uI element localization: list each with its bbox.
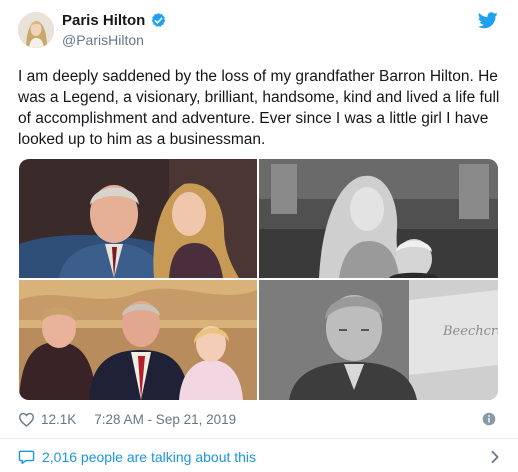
author-name-row: Paris Hilton bbox=[62, 12, 167, 29]
author-avatar[interactable] bbox=[18, 12, 54, 48]
chevron-right-icon[interactable] bbox=[490, 450, 500, 464]
tweet-meta: 12.1K 7:28 AM - Sep 21, 2019 bbox=[18, 410, 236, 428]
photo-black-and-white-portrait[interactable] bbox=[259, 159, 498, 278]
author-name[interactable]: Paris Hilton bbox=[62, 12, 145, 29]
reply-bubble-icon bbox=[18, 450, 35, 465]
like-count[interactable]: 12.1K bbox=[41, 412, 76, 427]
tweet-card: Paris Hilton @ParisHilton I am deeply sa… bbox=[0, 0, 518, 472]
profile-photo-icon bbox=[18, 12, 54, 48]
media-grid: Beechcraft bbox=[19, 159, 498, 400]
tweet-timestamp[interactable]: 7:28 AM - Sep 21, 2019 bbox=[94, 412, 236, 427]
info-icon[interactable] bbox=[482, 412, 496, 431]
verified-badge-icon bbox=[152, 13, 166, 27]
photo-aviator-portrait[interactable]: Beechcraft bbox=[259, 280, 498, 400]
author-handle[interactable]: @ParisHilton bbox=[62, 32, 144, 48]
footer-divider bbox=[0, 438, 518, 439]
photo-family-portrait[interactable] bbox=[19, 280, 257, 400]
talking-count-text: 2,016 people are talking about this bbox=[42, 449, 257, 465]
twitter-bird-icon[interactable] bbox=[477, 12, 498, 34]
tweet-text: I am deeply saddened by the loss of my g… bbox=[18, 68, 500, 148]
conversation-link[interactable]: 2,016 people are talking about this bbox=[18, 447, 500, 467]
beechcraft-logo: Beechcraft bbox=[442, 324, 498, 339]
heart-icon[interactable] bbox=[18, 412, 35, 427]
photo-grandfather-with-child[interactable] bbox=[19, 159, 257, 278]
